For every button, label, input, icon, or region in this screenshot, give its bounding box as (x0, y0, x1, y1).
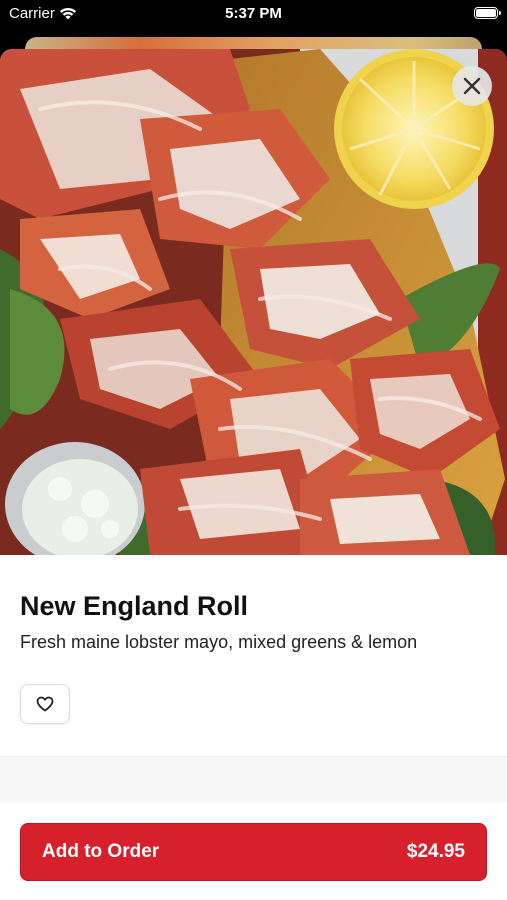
order-footer: Add to Order $24.95 (0, 802, 507, 900)
battery-icon (474, 7, 501, 19)
item-price: $24.95 (406, 841, 465, 862)
item-details: New England Roll Fresh maine lobster may… (0, 555, 507, 724)
close-icon (463, 77, 481, 95)
screen: Carrier 5:37 PM New England Roll Fresh m… (0, 0, 507, 900)
lobster-roll-image (0, 49, 507, 555)
item-photo (0, 49, 507, 555)
item-title: New England Roll (20, 591, 249, 621)
status-time: 5:37 PM (225, 5, 282, 22)
status-bar: Carrier 5:37 PM (0, 0, 507, 30)
item-description: Fresh maine lobster mayo, mixed greens &… (20, 632, 418, 652)
section-divider (0, 756, 507, 803)
add-to-order-label: Add to Order (42, 841, 160, 862)
heart-icon (36, 696, 54, 712)
favorite-button[interactable] (20, 684, 70, 724)
item-detail-sheet: New England Roll Fresh maine lobster may… (0, 49, 507, 900)
close-button[interactable] (452, 66, 492, 106)
add-to-order-button[interactable]: Add to Order $24.95 (20, 823, 487, 881)
